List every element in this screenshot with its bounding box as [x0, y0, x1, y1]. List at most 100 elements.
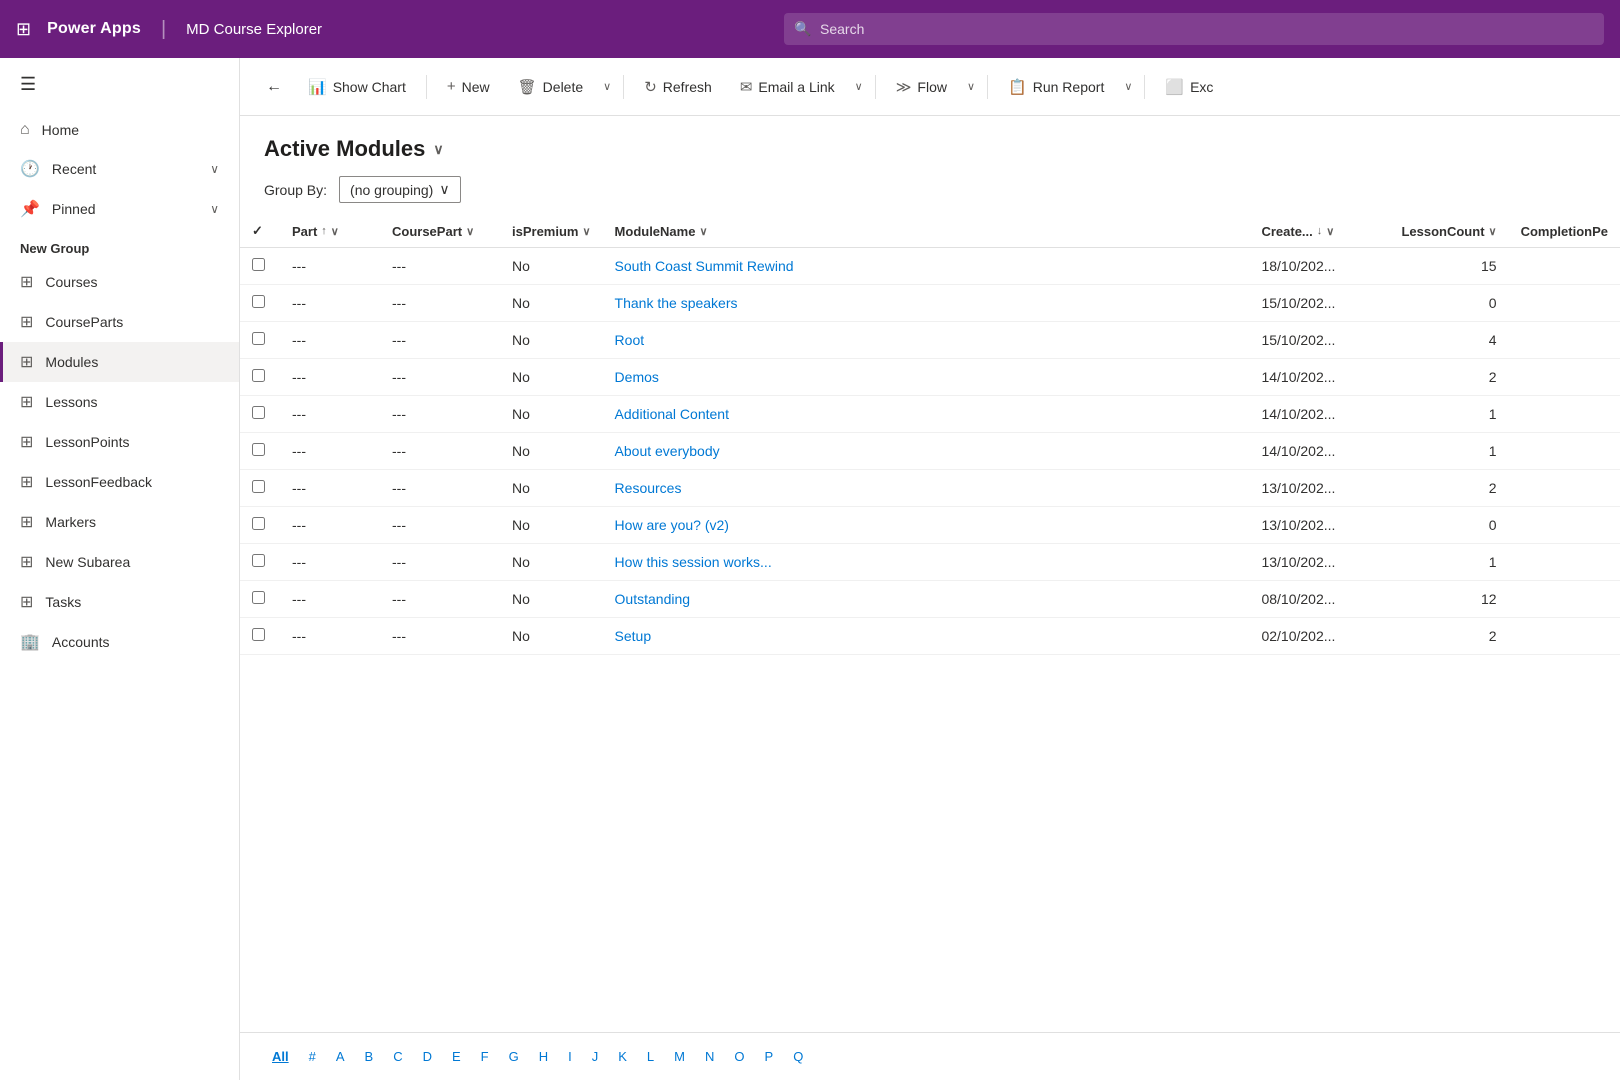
- footer-letter-N[interactable]: N: [697, 1045, 722, 1068]
- row-checkbox-4[interactable]: [252, 406, 265, 419]
- table-row[interactable]: --- --- No Additional Content 14/10/202.…: [240, 396, 1620, 433]
- back-button[interactable]: ←: [256, 72, 292, 102]
- lessoncount-filter-icon[interactable]: ∨: [1489, 225, 1497, 238]
- page-title-chevron-icon[interactable]: ∨: [433, 141, 443, 158]
- sidebar-item-lessonpoints[interactable]: ⊞ LessonPoints: [0, 422, 239, 462]
- footer-letter-G[interactable]: G: [501, 1045, 527, 1068]
- sidebar-item-courses[interactable]: ⊞ Courses: [0, 262, 239, 302]
- footer-letter-B[interactable]: B: [357, 1045, 382, 1068]
- sidebar-item-pinned[interactable]: 📌 Pinned ∨: [0, 189, 239, 229]
- row-modulename-4[interactable]: Additional Content: [603, 396, 1250, 433]
- footer-letter-F[interactable]: F: [473, 1045, 497, 1068]
- table-row[interactable]: --- --- No Resources 13/10/202... 2: [240, 470, 1620, 507]
- footer-letter-All[interactable]: All: [264, 1045, 297, 1068]
- row-check-3[interactable]: [240, 359, 280, 396]
- row-modulename-10[interactable]: Setup: [603, 618, 1250, 655]
- footer-letter-K[interactable]: K: [610, 1045, 635, 1068]
- sidebar-item-recent[interactable]: 🕐 Recent ∨: [0, 149, 239, 189]
- col-header-created[interactable]: Create... ↓ ∨: [1249, 215, 1389, 248]
- row-modulename-9[interactable]: Outstanding: [603, 581, 1250, 618]
- sidebar-item-newsubarea[interactable]: ⊞ New Subarea: [0, 542, 239, 582]
- row-check-9[interactable]: [240, 581, 280, 618]
- flow-button[interactable]: ≫ Flow: [884, 72, 959, 102]
- row-modulename-6[interactable]: Resources: [603, 470, 1250, 507]
- row-checkbox-8[interactable]: [252, 554, 265, 567]
- row-checkbox-1[interactable]: [252, 295, 265, 308]
- show-chart-button[interactable]: 📊 Show Chart: [296, 72, 418, 102]
- run-report-chevron-icon[interactable]: ∨: [1120, 74, 1136, 99]
- sidebar-item-lessonfeedback[interactable]: ⊞ LessonFeedback: [0, 462, 239, 502]
- coursepart-filter-icon[interactable]: ∨: [466, 225, 474, 238]
- table-row[interactable]: --- --- No Setup 02/10/202... 2: [240, 618, 1620, 655]
- sidebar-item-tasks[interactable]: ⊞ Tasks: [0, 582, 239, 622]
- email-chevron-icon[interactable]: ∨: [851, 74, 867, 99]
- row-modulename-8[interactable]: How this session works...: [603, 544, 1250, 581]
- row-check-10[interactable]: [240, 618, 280, 655]
- row-checkbox-7[interactable]: [252, 517, 265, 530]
- row-modulename-0[interactable]: South Coast Summit Rewind: [603, 248, 1250, 285]
- search-input[interactable]: [784, 13, 1604, 45]
- footer-letter-C[interactable]: C: [385, 1045, 410, 1068]
- footer-letter-D[interactable]: D: [415, 1045, 440, 1068]
- sidebar-item-home[interactable]: ⌂ Home: [0, 111, 239, 149]
- footer-letter-#[interactable]: #: [301, 1045, 324, 1068]
- sidebar-item-courseparts[interactable]: ⊞ CourseParts: [0, 302, 239, 342]
- row-modulename-3[interactable]: Demos: [603, 359, 1250, 396]
- row-check-6[interactable]: [240, 470, 280, 507]
- table-row[interactable]: --- --- No How are you? (v2) 13/10/202..…: [240, 507, 1620, 544]
- run-report-button[interactable]: 📋 Run Report: [996, 72, 1116, 102]
- row-modulename-1[interactable]: Thank the speakers: [603, 285, 1250, 322]
- table-row[interactable]: --- --- No Outstanding 08/10/202... 12: [240, 581, 1620, 618]
- row-check-5[interactable]: [240, 433, 280, 470]
- col-header-modulename[interactable]: ModuleName ∨: [603, 215, 1250, 248]
- row-checkbox-5[interactable]: [252, 443, 265, 456]
- sidebar-item-lessons[interactable]: ⊞ Lessons: [0, 382, 239, 422]
- row-check-8[interactable]: [240, 544, 280, 581]
- footer-letter-M[interactable]: M: [666, 1045, 693, 1068]
- modulename-filter-icon[interactable]: ∨: [699, 225, 707, 238]
- group-by-select[interactable]: (no grouping) ∨: [339, 176, 461, 203]
- footer-letter-E[interactable]: E: [444, 1045, 469, 1068]
- footer-letter-H[interactable]: H: [531, 1045, 556, 1068]
- footer-letter-O[interactable]: O: [726, 1045, 752, 1068]
- footer-letter-J[interactable]: J: [584, 1045, 607, 1068]
- col-header-coursepart[interactable]: CoursePart ∨: [380, 215, 500, 248]
- flow-chevron-icon[interactable]: ∨: [963, 74, 979, 99]
- col-header-ispremium[interactable]: isPremium ∨: [500, 215, 603, 248]
- footer-letter-I[interactable]: I: [560, 1045, 580, 1068]
- row-modulename-5[interactable]: About everybody: [603, 433, 1250, 470]
- row-checkbox-9[interactable]: [252, 591, 265, 604]
- row-modulename-2[interactable]: Root: [603, 322, 1250, 359]
- sidebar-item-markers[interactable]: ⊞ Markers: [0, 502, 239, 542]
- row-checkbox-3[interactable]: [252, 369, 265, 382]
- footer-letter-A[interactable]: A: [328, 1045, 353, 1068]
- check-all-icon[interactable]: ✓: [252, 223, 263, 238]
- row-check-7[interactable]: [240, 507, 280, 544]
- table-row[interactable]: --- --- No About everybody 14/10/202... …: [240, 433, 1620, 470]
- row-check-0[interactable]: [240, 248, 280, 285]
- row-check-4[interactable]: [240, 396, 280, 433]
- row-check-2[interactable]: [240, 322, 280, 359]
- footer-letter-L[interactable]: L: [639, 1045, 662, 1068]
- sidebar-item-accounts[interactable]: 🏢 Accounts: [0, 622, 239, 662]
- new-button[interactable]: + New: [435, 72, 502, 101]
- row-checkbox-2[interactable]: [252, 332, 265, 345]
- excel-button[interactable]: ⬜ Exc: [1153, 72, 1225, 102]
- table-row[interactable]: --- --- No How this session works... 13/…: [240, 544, 1620, 581]
- row-checkbox-10[interactable]: [252, 628, 265, 641]
- ispremium-filter-icon[interactable]: ∨: [582, 225, 590, 238]
- table-row[interactable]: --- --- No Thank the speakers 15/10/202.…: [240, 285, 1620, 322]
- sidebar-toggle-button[interactable]: ☰: [0, 58, 239, 111]
- row-modulename-7[interactable]: How are you? (v2): [603, 507, 1250, 544]
- col-header-part[interactable]: Part ↑ ∨: [280, 215, 380, 248]
- row-check-1[interactable]: [240, 285, 280, 322]
- row-checkbox-0[interactable]: [252, 258, 265, 271]
- table-row[interactable]: --- --- No Demos 14/10/202... 2: [240, 359, 1620, 396]
- part-filter-icon[interactable]: ∨: [331, 225, 339, 238]
- sidebar-item-modules[interactable]: ⊞ Modules: [0, 342, 239, 382]
- email-link-button[interactable]: ✉ Email a Link: [728, 72, 847, 102]
- delete-chevron-icon[interactable]: ∨: [599, 74, 615, 99]
- delete-button[interactable]: 🗑 Delete: [506, 72, 596, 102]
- refresh-button[interactable]: ↻ Refresh: [632, 72, 724, 102]
- created-filter-icon[interactable]: ∨: [1326, 225, 1334, 238]
